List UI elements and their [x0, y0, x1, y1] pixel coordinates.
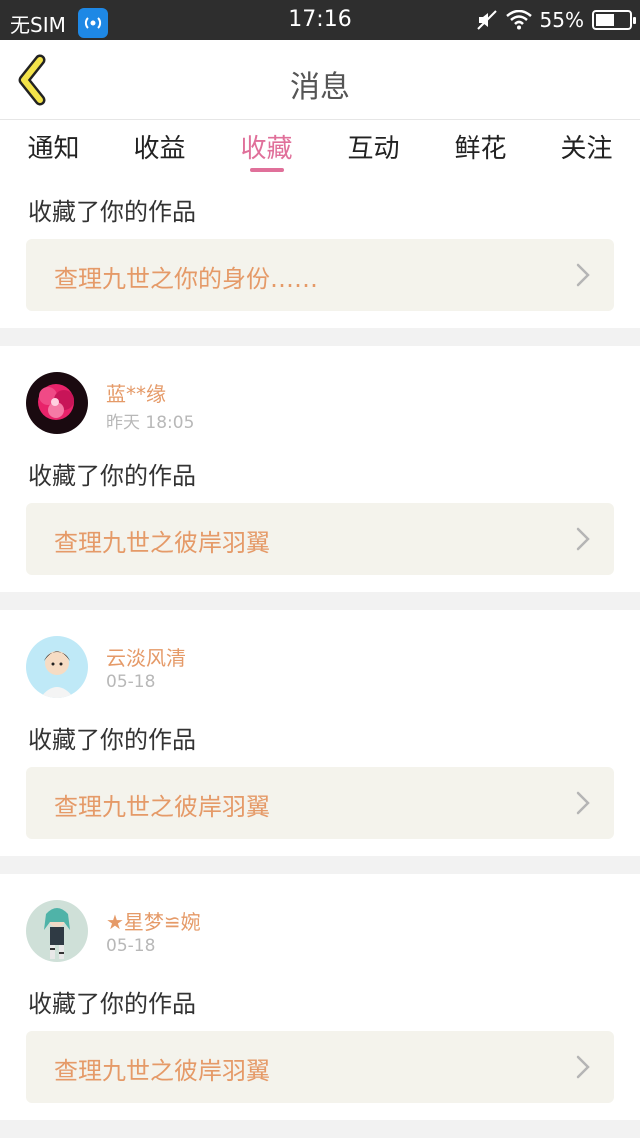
action-text: 收藏了你的作品 [28, 462, 196, 490]
tab-earnings[interactable]: 收益 [106, 128, 213, 165]
username[interactable]: 蓝**缘 [106, 378, 166, 407]
divider [0, 1120, 640, 1138]
work-title: 查理九世之彼岸羽翼 [54, 529, 270, 557]
mute-icon [476, 10, 497, 30]
action-text: 收藏了你的作品 [28, 726, 196, 754]
username[interactable]: 云淡风清 [106, 642, 186, 671]
battery-percent: 55% [539, 8, 584, 32]
divider [0, 856, 640, 874]
tab-label: 收益 [133, 134, 186, 164]
wifi-icon [505, 10, 532, 30]
avatar[interactable] [26, 636, 88, 698]
chevron-right-icon [576, 791, 590, 815]
tab-favorites[interactable]: 收藏 [213, 128, 320, 172]
work-title: 查理九世之彼岸羽翼 [54, 1057, 270, 1085]
avatar[interactable] [26, 900, 88, 962]
chevron-right-icon [576, 263, 590, 287]
list-item: 云淡风清 05-18 收藏了你的作品 查理九世之彼岸羽翼 [0, 610, 640, 856]
work-link[interactable]: 查理九世之你的身份…… [26, 239, 614, 311]
work-title: 查理九世之彼岸羽翼 [54, 793, 270, 821]
chevron-right-icon [576, 1055, 590, 1079]
divider [0, 328, 640, 346]
tab-label: 通知 [27, 134, 80, 164]
timestamp: 05-18 [106, 936, 156, 956]
tab-label: 关注 [560, 134, 613, 164]
battery-icon [592, 10, 636, 30]
tab-label: 互动 [347, 134, 400, 164]
action-text: 收藏了你的作品 [28, 990, 196, 1018]
favorites-feed: 收藏了你的作品 查理九世之你的身份…… 蓝**缘 昨天 18:05 收藏了你的作… [0, 180, 640, 1138]
tab-label: 鲜花 [454, 134, 507, 164]
tab-bar: 通知 收益 收藏 互动 鲜花 关注 [0, 120, 640, 180]
work-link[interactable]: 查理九世之彼岸羽翼 [26, 767, 614, 839]
tab-notifications[interactable]: 通知 [0, 128, 107, 165]
status-right: 55% [476, 8, 636, 32]
status-bar: 无SIM 17:16 55% [0, 0, 640, 40]
work-title: 查理九世之你的身份…… [54, 265, 318, 293]
action-text: 收藏了你的作品 [28, 198, 196, 226]
timestamp: 昨天 18:05 [106, 413, 195, 433]
divider [0, 592, 640, 610]
tab-interactions[interactable]: 互动 [320, 128, 427, 165]
list-item: 收藏了你的作品 查理九世之你的身份…… [0, 180, 640, 328]
timestamp: 05-18 [106, 672, 156, 692]
avatar[interactable] [26, 372, 88, 434]
chevron-right-icon [576, 527, 590, 551]
username[interactable]: ★星梦≌婉 [106, 906, 201, 935]
page-title: 消息 [290, 70, 350, 105]
list-item: ★星梦≌婉 05-18 收藏了你的作品 查理九世之彼岸羽翼 [0, 874, 640, 1120]
header: 消息 [0, 40, 640, 120]
active-tab-indicator [250, 168, 284, 172]
tab-following[interactable]: 关注 [533, 128, 640, 165]
tab-label: 收藏 [240, 134, 293, 164]
work-link[interactable]: 查理九世之彼岸羽翼 [26, 1031, 614, 1103]
list-item: 蓝**缘 昨天 18:05 收藏了你的作品 查理九世之彼岸羽翼 [0, 346, 640, 592]
work-link[interactable]: 查理九世之彼岸羽翼 [26, 503, 614, 575]
tab-flowers[interactable]: 鲜花 [427, 128, 534, 165]
